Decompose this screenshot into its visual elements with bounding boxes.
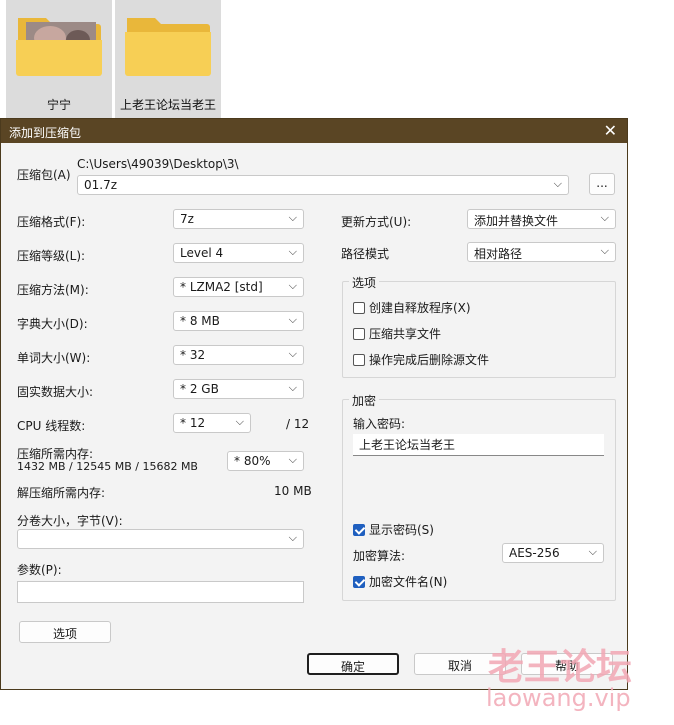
- chevron-down-icon: ⌵: [553, 177, 562, 190]
- folder-label: 宁宁: [46, 98, 71, 112]
- checkbox-icon: [353, 353, 365, 366]
- encryption-group-title: 加密: [349, 392, 380, 409]
- update-label: 更新方式(U):: [341, 215, 412, 229]
- encryption-method-select[interactable]: AES-256 ⌵: [502, 543, 604, 563]
- chevron-down-icon: ⌵: [600, 244, 609, 257]
- chevron-down-icon: ⌵: [288, 381, 297, 394]
- chevron-down-icon: ⌵: [288, 347, 297, 360]
- archive-name-combo[interactable]: 01.7z ⌵: [77, 175, 569, 195]
- path-mode-select[interactable]: 相对路径 ⌵: [467, 242, 616, 262]
- chevron-down-icon: ⌵: [288, 245, 297, 258]
- method-value: * LZMA2 [std]: [180, 280, 263, 294]
- show-password-label: 显示密码(S): [369, 523, 434, 537]
- split-select[interactable]: ⌵: [17, 529, 304, 549]
- title-bar: 添加到压缩包 ✕: [1, 119, 627, 143]
- mem-decompress-label: 解压缩所需内存:: [17, 486, 106, 500]
- split-label: 分卷大小，字节(V):: [17, 514, 123, 528]
- archive-path: C:\Users\49039\Desktop\3\: [77, 157, 239, 171]
- mem-decompress-value: 10 MB: [274, 484, 312, 498]
- threads-max: / 12: [286, 417, 310, 431]
- desktop-folder-laowang[interactable]: 上老王论坛当老王: [115, 0, 221, 118]
- solid-select[interactable]: * 2 GB ⌵: [173, 379, 304, 399]
- options-group-title: 选项: [349, 274, 380, 291]
- params-label: 参数(P):: [17, 563, 62, 577]
- update-value: 添加并替换文件: [474, 214, 559, 228]
- browse-button[interactable]: ...: [589, 173, 615, 195]
- dict-select[interactable]: * 8 MB ⌵: [173, 311, 304, 331]
- ok-button[interactable]: 确定: [307, 653, 399, 675]
- dict-label: 字典大小(D):: [17, 317, 88, 331]
- encryption-method-value: AES-256: [509, 546, 560, 560]
- chevron-down-icon: ⌵: [288, 453, 297, 466]
- format-label: 压缩格式(F):: [17, 215, 86, 229]
- folder-photo-icon: [16, 18, 102, 76]
- threads-select[interactable]: * 12 ⌵: [173, 413, 251, 433]
- dict-value: * 8 MB: [180, 314, 220, 328]
- level-label: 压缩等级(L):: [17, 249, 86, 263]
- format-select[interactable]: 7z ⌵: [173, 209, 304, 229]
- mem-usage-value: * 80%: [234, 454, 271, 468]
- sfx-label: 创建自释放程序(X): [369, 301, 471, 315]
- params-input[interactable]: [17, 581, 304, 603]
- watermark-logo: 老王论坛: [488, 647, 633, 688]
- add-to-archive-dialog: 添加到压缩包 ✕ 压缩包(A) C:\Users\49039\Desktop\3…: [0, 118, 628, 690]
- dialog-title: 添加到压缩包: [9, 126, 82, 140]
- path-mode-label: 路径模式: [341, 247, 390, 261]
- level-value: Level 4: [180, 246, 224, 260]
- delete-after-checkbox[interactable]: 操作完成后删除源文件: [353, 351, 489, 368]
- word-label: 单词大小(W):: [17, 351, 91, 365]
- threads-label: CPU 线程数:: [17, 419, 86, 433]
- format-value: 7z: [180, 212, 194, 226]
- path-mode-value: 相对路径: [474, 247, 523, 261]
- chevron-down-icon: ⌵: [288, 279, 297, 292]
- chevron-down-icon: ⌵: [235, 415, 244, 428]
- checkbox-checked-icon: [353, 523, 365, 536]
- options-button[interactable]: 选项: [19, 621, 111, 643]
- chevron-down-icon: ⌵: [288, 313, 297, 326]
- chevron-down-icon: ⌵: [588, 545, 597, 558]
- level-select[interactable]: Level 4 ⌵: [173, 243, 304, 263]
- word-select[interactable]: * 32 ⌵: [173, 345, 304, 365]
- checkbox-icon: [353, 327, 365, 340]
- password-label: 输入密码:: [353, 417, 406, 431]
- watermark-domain: laowang.vip: [486, 684, 631, 712]
- mem-usage-select[interactable]: * 80% ⌵: [227, 451, 304, 471]
- archive-label: 压缩包(A): [17, 168, 71, 182]
- chevron-down-icon: ⌵: [288, 531, 297, 544]
- checkbox-checked-icon: [353, 575, 365, 588]
- sfx-checkbox[interactable]: 创建自释放程序(X): [353, 299, 471, 316]
- close-icon[interactable]: ✕: [604, 121, 617, 140]
- encryption-method-label: 加密算法:: [353, 549, 406, 563]
- encrypt-names-checkbox[interactable]: 加密文件名(N): [353, 573, 447, 590]
- folder-label: 上老王论坛当老王: [119, 98, 216, 112]
- shared-files-label: 压缩共享文件: [369, 327, 442, 341]
- chevron-down-icon: ⌵: [288, 211, 297, 224]
- threads-value: * 12: [180, 416, 206, 430]
- delete-after-label: 操作完成后删除源文件: [369, 353, 490, 367]
- method-label: 压缩方法(M):: [17, 283, 89, 297]
- mem-compress-detail: 1432 MB / 12545 MB / 15682 MB: [17, 460, 198, 473]
- solid-label: 固实数据大小:: [17, 385, 94, 399]
- solid-value: * 2 GB: [180, 382, 219, 396]
- show-password-checkbox[interactable]: 显示密码(S): [353, 521, 434, 538]
- archive-name-value: 01.7z: [84, 178, 118, 192]
- checkbox-icon: [353, 301, 365, 314]
- folder-icon: [125, 18, 211, 76]
- word-value: * 32: [180, 348, 206, 362]
- update-select[interactable]: 添加并替换文件 ⌵: [467, 209, 616, 229]
- chevron-down-icon: ⌵: [600, 211, 609, 224]
- desktop-folder-ningning[interactable]: 宁宁: [6, 0, 112, 118]
- shared-files-checkbox[interactable]: 压缩共享文件: [353, 325, 441, 342]
- password-input[interactable]: 上老王论坛当老王: [353, 434, 604, 456]
- encrypt-names-label: 加密文件名(N): [369, 575, 448, 589]
- method-select[interactable]: * LZMA2 [std] ⌵: [173, 277, 304, 297]
